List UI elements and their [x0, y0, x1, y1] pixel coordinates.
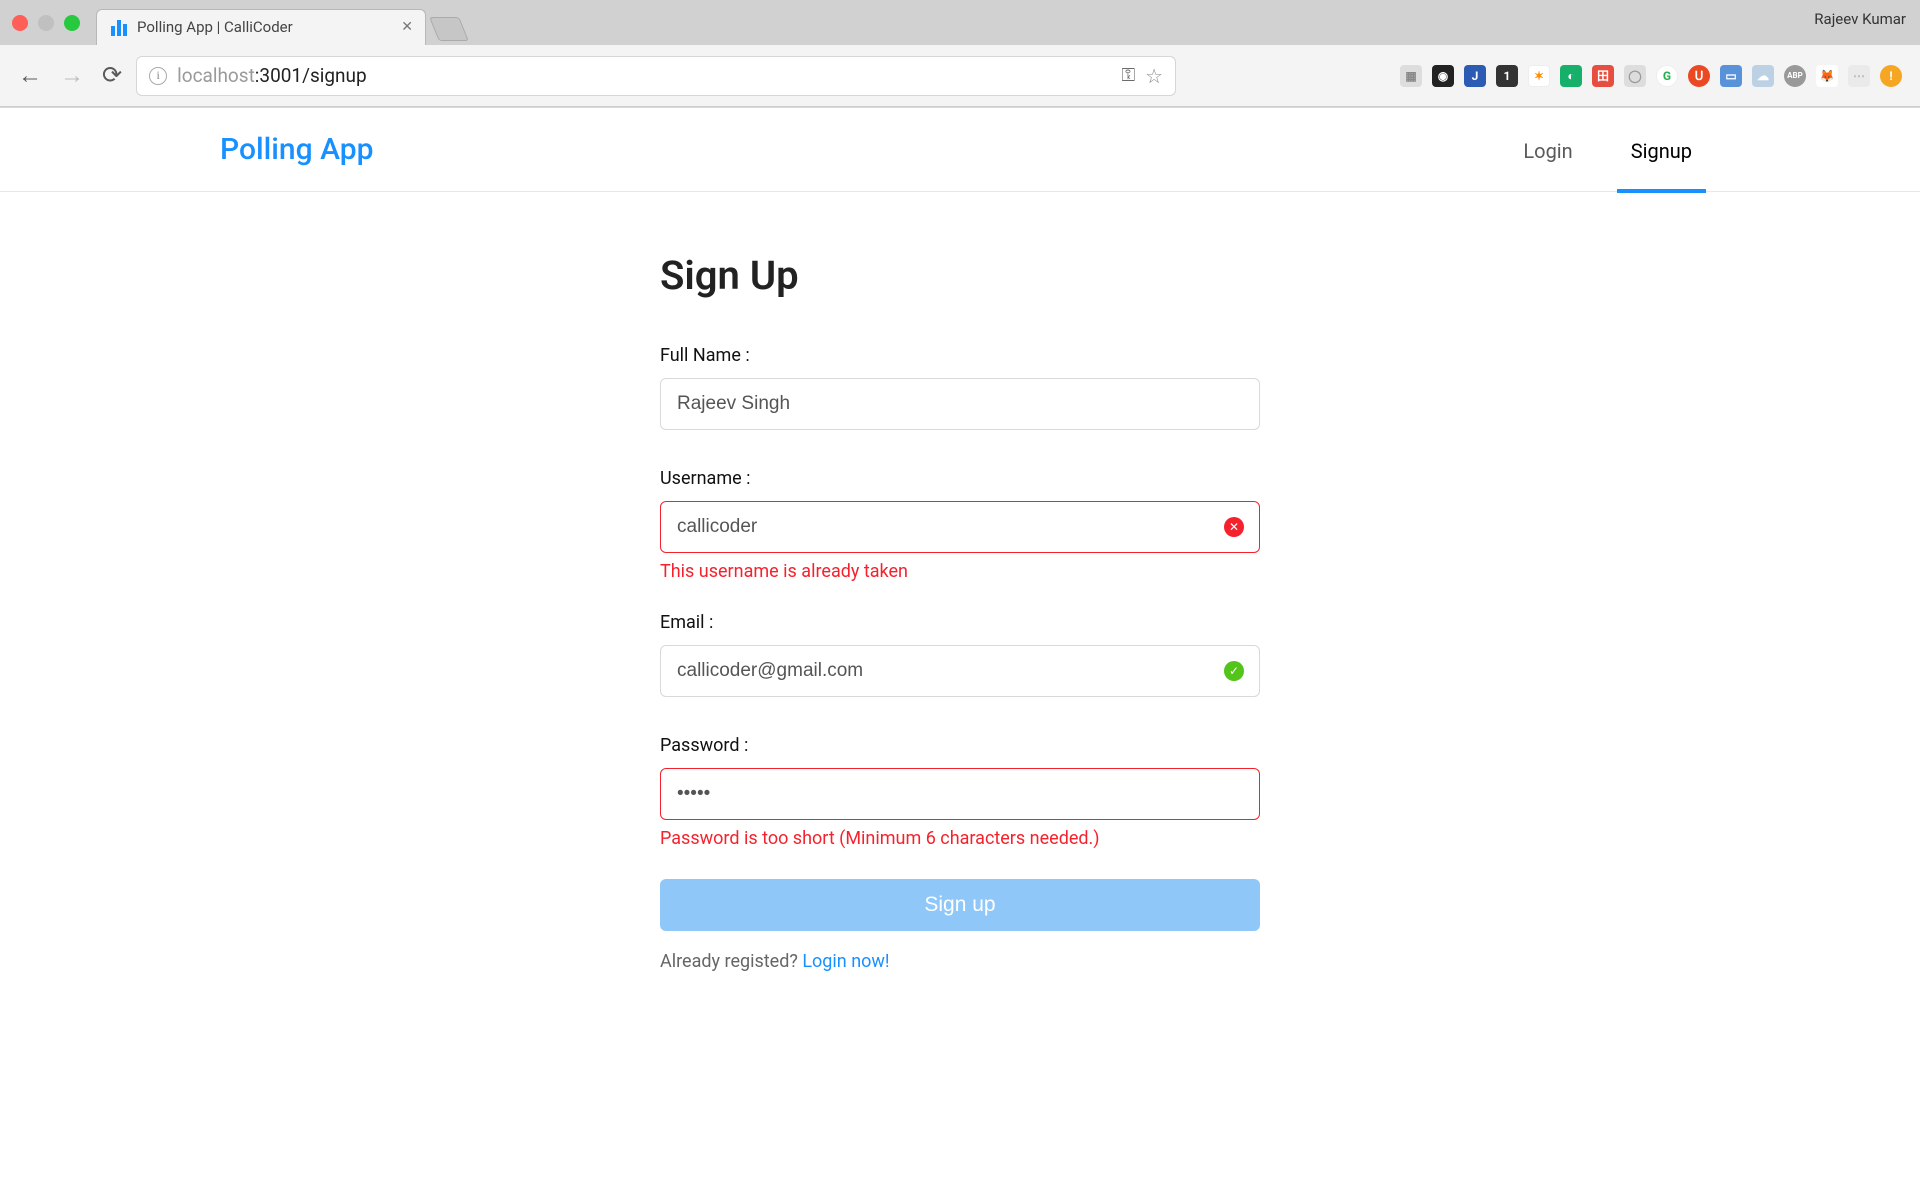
login-now-link[interactable]: Login now!: [802, 951, 889, 972]
url-path: :3001/signup: [255, 64, 367, 87]
nav-reload-icon[interactable]: ⟳: [102, 61, 122, 90]
extension-icon[interactable]: 田: [1592, 65, 1614, 87]
nav-signup[interactable]: Signup: [1623, 111, 1700, 189]
extension-icon[interactable]: ⋯: [1848, 65, 1870, 87]
extension-icon[interactable]: ◐: [1560, 65, 1582, 87]
fullname-label: Full Name :: [660, 345, 1260, 366]
tab-strip: Polling App | CalliCoder ✕ Rajeev Kumar: [0, 0, 1920, 45]
nav-back-icon[interactable]: ←: [18, 61, 42, 90]
address-bar[interactable]: i localhost:3001/signup ⚿ ☆: [136, 56, 1176, 96]
extension-icon[interactable]: ◉: [1432, 65, 1454, 87]
extension-icon[interactable]: ◯: [1624, 65, 1646, 87]
email-label: Email :: [660, 612, 1260, 633]
browser-toolbar: ← → ⟳ i localhost:3001/signup ⚿ ☆ ▦ ◉ J …: [0, 45, 1920, 107]
extension-icon[interactable]: 🦊: [1816, 65, 1838, 87]
fullname-input[interactable]: [660, 378, 1260, 430]
tab-favicon-icon: [111, 18, 129, 36]
nav-forward-icon: →: [60, 61, 84, 90]
tab-title: Polling App | CalliCoder: [137, 18, 393, 36]
password-input[interactable]: [660, 768, 1260, 820]
site-info-icon[interactable]: i: [149, 67, 167, 85]
password-error-text: Password is too short (Minimum 6 charact…: [660, 828, 1260, 849]
browser-chrome: Polling App | CalliCoder ✕ Rajeev Kumar …: [0, 0, 1920, 108]
error-icon: ✕: [1224, 517, 1244, 537]
form-item-email: Email : ✓: [660, 612, 1260, 697]
extension-icon[interactable]: 1: [1496, 65, 1518, 87]
form-item-fullname: Full Name :: [660, 345, 1260, 430]
extension-icon[interactable]: ABP: [1784, 65, 1806, 87]
extension-icon[interactable]: J: [1464, 65, 1486, 87]
extension-icon[interactable]: Ս: [1688, 65, 1710, 87]
tab-close-icon[interactable]: ✕: [401, 19, 413, 35]
url-host: localhost: [177, 64, 255, 87]
username-error-text: This username is already taken: [660, 561, 1260, 582]
app-brand[interactable]: Polling App: [220, 132, 373, 167]
bookmark-star-icon[interactable]: ☆: [1145, 64, 1163, 88]
extension-icon[interactable]: ☁: [1752, 65, 1774, 87]
form-item-username: Username : ✕ This username is already ta…: [660, 468, 1260, 582]
extension-icon[interactable]: !: [1880, 65, 1902, 87]
extension-icon[interactable]: ▦: [1400, 65, 1422, 87]
extension-icon[interactable]: G: [1656, 65, 1678, 87]
extension-icon[interactable]: ✶: [1528, 65, 1550, 87]
extension-icons: ▦ ◉ J 1 ✶ ◐ 田 ◯ G Ս ▭ ☁ ABP 🦊 ⋯ !: [1400, 65, 1902, 87]
signup-button[interactable]: Sign up: [660, 879, 1260, 931]
nav-login[interactable]: Login: [1515, 111, 1580, 189]
window-controls: [12, 15, 80, 31]
login-hint-text: Already registed?: [660, 951, 802, 972]
form-item-password: Password : Password is too short (Minimu…: [660, 735, 1260, 849]
username-label: Username :: [660, 468, 1260, 489]
app-header: Polling App Login Signup: [0, 108, 1920, 192]
window-maximize-icon[interactable]: [64, 15, 80, 31]
new-tab-button[interactable]: [429, 17, 469, 41]
username-input[interactable]: [660, 501, 1260, 553]
signup-page: Sign Up Full Name : Username : ✕ This us…: [660, 252, 1260, 972]
extension-icon[interactable]: ▭: [1720, 65, 1742, 87]
success-icon: ✓: [1224, 661, 1244, 681]
password-label: Password :: [660, 735, 1260, 756]
saved-password-icon[interactable]: ⚿: [1121, 65, 1135, 86]
login-hint: Already registed? Login now!: [660, 951, 1260, 972]
browser-profile-name[interactable]: Rajeev Kumar: [1814, 10, 1906, 28]
window-minimize-icon[interactable]: [38, 15, 54, 31]
email-input[interactable]: [660, 645, 1260, 697]
window-close-icon[interactable]: [12, 15, 28, 31]
browser-tab[interactable]: Polling App | CalliCoder ✕: [96, 9, 426, 45]
page-title: Sign Up: [660, 252, 1260, 299]
